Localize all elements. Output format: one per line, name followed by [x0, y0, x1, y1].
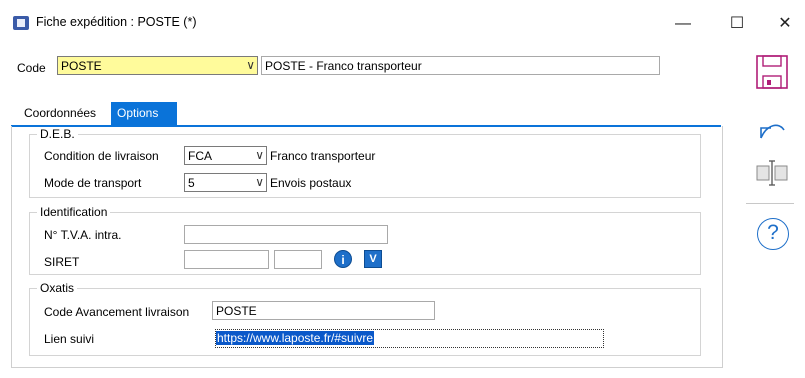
siret-label: SIRET: [44, 255, 80, 269]
tab-options[interactable]: Options: [111, 102, 177, 125]
condition-livraison-text: Franco transporteur: [270, 149, 376, 163]
code-label: Code: [17, 61, 46, 75]
chevron-down-icon[interactable]: ∨: [255, 147, 264, 164]
sidebar-separator: [746, 203, 794, 204]
mode-transport-label: Mode de transport: [44, 176, 142, 190]
condition-livraison-combo[interactable]: FCA ∨: [184, 146, 267, 165]
siret-field-2[interactable]: [274, 250, 322, 269]
app-icon: [13, 16, 29, 30]
tva-field[interactable]: [184, 225, 388, 244]
code-avancement-field[interactable]: POSTE: [212, 301, 435, 320]
tva-label: N° T.V.A. intra.: [44, 228, 122, 242]
help-icon[interactable]: ?: [757, 218, 789, 250]
verify-siret-button[interactable]: V: [364, 250, 382, 268]
minimize-button[interactable]: —: [663, 12, 703, 36]
lien-suivi-field[interactable]: https://www.laposte.fr/#suivre: [215, 329, 604, 348]
identification-group-title: Identification: [37, 205, 111, 219]
mode-transport-combo[interactable]: 5 ∨: [184, 173, 267, 192]
save-icon[interactable]: [755, 54, 789, 90]
siret-field-1[interactable]: [184, 250, 269, 269]
chevron-down-icon[interactable]: ∨: [255, 174, 264, 191]
code-combo[interactable]: POSTE ∨: [57, 56, 258, 75]
maximize-button[interactable]: ☐: [717, 12, 757, 36]
code-description-field[interactable]: POSTE - Franco transporteur: [261, 56, 660, 75]
close-button[interactable]: ✕: [765, 12, 805, 36]
code-value: POSTE: [61, 59, 102, 73]
condition-livraison-label: Condition de livraison: [44, 149, 159, 163]
lien-suivi-value: https://www.laposte.fr/#suivre: [216, 331, 375, 345]
code-avancement-value: POSTE: [216, 304, 257, 318]
window-title: Fiche expédition : POSTE (*): [36, 15, 197, 29]
code-description-value: POSTE - Franco transporteur: [265, 59, 422, 73]
mode-transport-value: 5: [188, 176, 195, 190]
deb-group-title: D.E.B.: [37, 127, 78, 141]
condition-livraison-value: FCA: [188, 149, 212, 163]
oxatis-group-title: Oxatis: [37, 281, 78, 295]
title-bar: Fiche expédition : POSTE (*) — ☐ ✕: [0, 0, 805, 44]
undo-icon[interactable]: [757, 118, 787, 142]
code-avancement-label: Code Avancement livraison: [44, 305, 190, 319]
chevron-down-icon[interactable]: ∨: [246, 57, 255, 74]
info-icon[interactable]: i: [334, 250, 352, 268]
lien-suivi-label: Lien suivi: [44, 332, 95, 346]
mode-transport-text: Envois postaux: [270, 176, 352, 190]
tab-coordonnees[interactable]: Coordonnées: [18, 102, 110, 125]
column-resize-icon[interactable]: [754, 158, 790, 188]
